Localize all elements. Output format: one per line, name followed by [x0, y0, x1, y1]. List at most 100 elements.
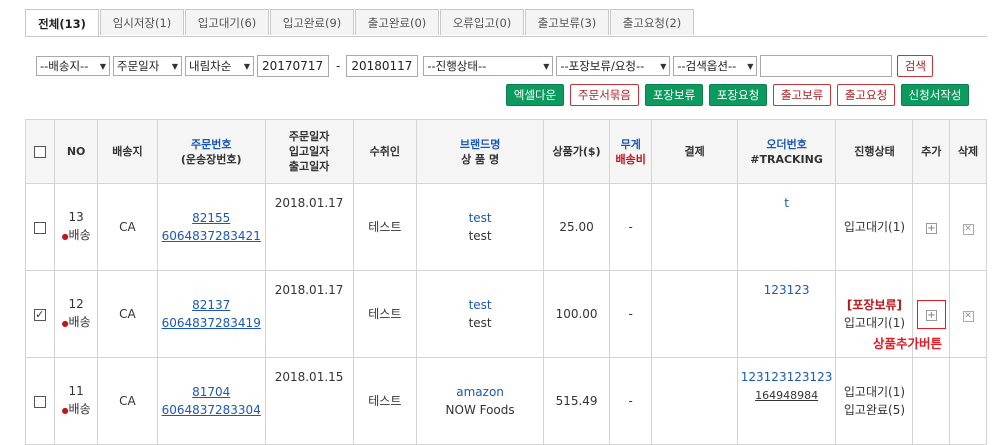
add-product-icon[interactable]: + — [925, 309, 937, 321]
row-price: 515.49 — [543, 357, 610, 445]
row-date: 2018.01.17 — [264, 183, 354, 271]
col-status: 진행상태 — [835, 119, 914, 184]
row-order-id[interactable]: t — [784, 196, 789, 210]
table-row: 12 ●배송 CA 82137 6064837283419 2018.01.17 테… — [24, 270, 987, 358]
search-option-value: --검색옵션-- — [677, 59, 737, 73]
tracking-link[interactable]: 164948984 — [755, 389, 818, 402]
row-checkbox[interactable] — [34, 395, 47, 408]
search-button[interactable]: 검색 — [897, 55, 934, 77]
row-weight: - — [608, 183, 653, 271]
row-no-cell: 13 ●배송 — [54, 183, 99, 271]
row-order-no-cell: 82137 6064837283419 — [156, 270, 266, 358]
row-status-cell: 입고대기(1) — [835, 183, 914, 271]
col-payment: 결제 — [651, 119, 738, 184]
waybill-link[interactable]: 6064837283419 — [162, 316, 261, 330]
red-dot-icon: ● — [61, 406, 69, 415]
row-product: NOW Foods — [445, 403, 515, 417]
row-no-cell: 12 ●배송 — [54, 270, 99, 358]
row-delete-cell — [949, 357, 987, 445]
row-recipient: 테스트 — [352, 357, 418, 445]
packing-value: --포장보류/요청-- — [560, 59, 645, 73]
chevron-down-icon: ▼ — [99, 61, 106, 71]
ship-request-button[interactable]: 출고요청 — [837, 84, 895, 106]
select-all-checkbox[interactable] — [34, 146, 47, 158]
row-add-cell: + — [912, 183, 951, 271]
tab-ship-hold[interactable]: 출고보류(3) — [525, 9, 609, 35]
order-bundle-button[interactable]: 주문서묶음 — [570, 84, 639, 106]
order-no-link[interactable]: 82137 — [192, 298, 230, 312]
date-to-input[interactable]: 20180117 — [346, 55, 419, 77]
col-order-date: 주문일자 — [288, 130, 330, 143]
tab-awaiting-receipt[interactable]: 입고대기(6) — [185, 9, 269, 35]
col-product: 상 품 명 — [461, 152, 500, 166]
select-all-cell — [24, 119, 56, 184]
table-header: NO 배송지 주문번호 (운송장번호) 주문일자 입고일자 출고일자 수취인 브랜드명… — [24, 119, 987, 184]
search-option-select[interactable]: --검색옵션-- ▼ — [673, 56, 758, 76]
date-from-input[interactable]: 20170717 — [257, 55, 329, 77]
tab-ship-request[interactable]: 출고요청(2) — [610, 9, 694, 35]
row-order-id-cell: t — [736, 183, 837, 271]
row-order-id[interactable]: 123123 — [764, 283, 810, 297]
waybill-link[interactable]: 6064837283304 — [162, 403, 261, 417]
row-select-cell — [24, 183, 56, 271]
tab-error-receipt[interactable]: 오류입고(0) — [440, 9, 524, 35]
row-product: test — [468, 316, 492, 330]
row-brand-product-cell: test test — [416, 270, 545, 358]
col-order-no: 주문번호 (운송장번호) — [156, 119, 266, 184]
row-no: 13 — [68, 210, 84, 224]
row-date: 2018.01.15 — [264, 357, 354, 445]
pack-hold-button[interactable]: 포장보류 — [645, 84, 703, 106]
row-brand: test — [468, 298, 492, 312]
table-row: 11 ●배송 CA 81704 6064837283304 2018.01.15 테… — [24, 357, 987, 445]
ship-to-select[interactable]: --배송지-- ▼ — [36, 56, 110, 76]
row-order-no-cell: 82155 6064837283421 — [156, 183, 266, 271]
col-recipient: 수취인 — [352, 119, 418, 184]
packing-select[interactable]: --포장보류/요청-- ▼ — [556, 56, 671, 76]
col-order-id: 오더번호 #TRACKING — [736, 119, 837, 184]
sort-value: 내림차순 — [189, 59, 232, 73]
red-dot-icon: ● — [61, 232, 69, 241]
chevron-down-icon: ▼ — [660, 61, 667, 71]
col-weight: 무게 — [620, 137, 641, 151]
row-checkbox[interactable] — [34, 306, 47, 324]
tab-shipped[interactable]: 출고완료(0) — [355, 9, 439, 35]
search-input[interactable] — [760, 55, 893, 77]
row-status: 입고대기(1) — [843, 385, 906, 399]
row-no: 11 — [68, 384, 84, 398]
order-no-link[interactable]: 81704 — [192, 385, 230, 399]
application-button[interactable]: 신청서작성 — [901, 84, 969, 106]
row-brand-product-cell: test test — [416, 183, 545, 271]
red-dot-icon: ● — [61, 319, 69, 328]
progress-select[interactable]: --진행상태-- ▼ — [423, 56, 554, 76]
chevron-down-icon: ▼ — [243, 61, 250, 71]
delete-icon[interactable]: ✕ — [962, 224, 974, 235]
row-add-cell — [912, 357, 951, 445]
row-date: 2018.01.17 — [264, 270, 354, 358]
delete-icon[interactable]: ✕ — [962, 311, 974, 322]
row-status-cell: 입고대기(1) 입고완료(5) — [835, 357, 914, 445]
waybill-link[interactable]: 6064837283421 — [162, 229, 261, 243]
tab-temp-saved[interactable]: 임시저장(1) — [100, 9, 184, 35]
add-product-icon[interactable]: + — [925, 223, 937, 234]
col-add: 추가 — [912, 119, 951, 184]
row-checkbox[interactable] — [34, 221, 47, 234]
row-order-id[interactable]: 123123123123 — [741, 370, 833, 384]
pack-request-button[interactable]: 포장요청 — [709, 84, 767, 106]
ship-hold-button[interactable]: 출고보류 — [773, 84, 831, 106]
row-recipient: 테스트 — [352, 183, 418, 271]
tab-all[interactable]: 전체(13) — [25, 9, 99, 37]
row-tag: 배송 — [68, 228, 91, 242]
col-weight-fee: 무게 배송비 — [608, 119, 653, 184]
excel-download-button[interactable]: 엑셀다운 — [506, 84, 564, 106]
row-status: 입고대기(1) — [843, 220, 906, 234]
order-no-link[interactable]: 82155 — [192, 211, 230, 225]
row-delete-cell: ✕ — [949, 183, 987, 271]
chevron-down-icon: ▼ — [171, 61, 178, 71]
sort-select[interactable]: 내림차순 ▼ — [185, 56, 254, 76]
date-type-select[interactable]: 주문일자 ▼ — [113, 56, 182, 76]
row-brand: amazon — [456, 385, 504, 399]
row-price: 100.00 — [543, 270, 610, 358]
row-status-2: 입고완료(5) — [843, 403, 906, 417]
add-product-annotation: 상품추가버튼 — [873, 336, 943, 351]
tab-received[interactable]: 입고완료(9) — [270, 9, 354, 35]
